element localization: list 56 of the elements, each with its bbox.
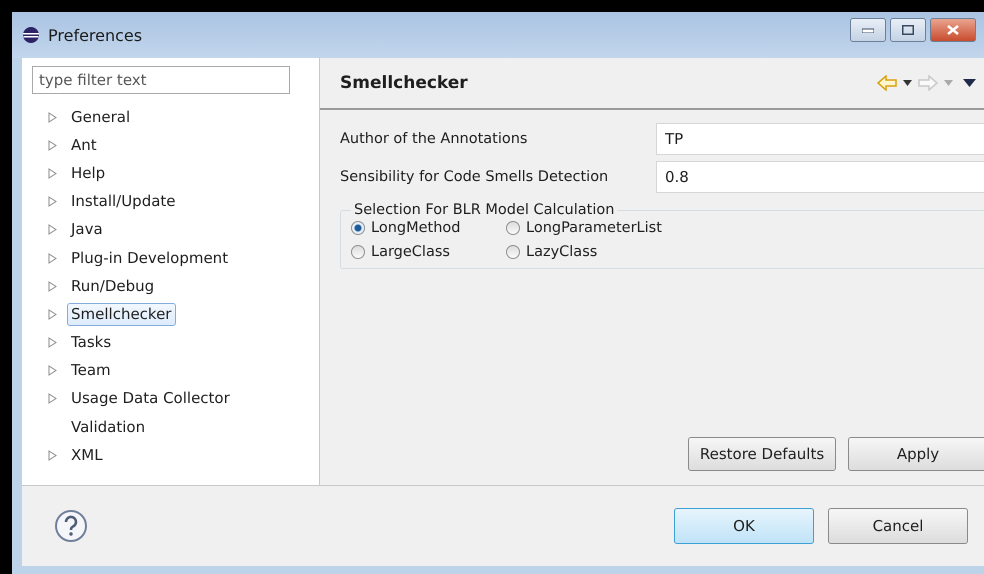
maximize-icon <box>902 25 914 35</box>
expand-arrow-icon[interactable] <box>48 196 57 208</box>
tree-item[interactable]: Install/Update <box>67 190 181 214</box>
dropdown-icon[interactable] <box>903 80 912 86</box>
minimize-button[interactable] <box>850 18 886 42</box>
maximize-button[interactable] <box>890 18 926 42</box>
expand-arrow-icon[interactable] <box>48 365 57 376</box>
text-field[interactable]: 0.8 <box>656 161 984 193</box>
tree-item[interactable]: XML <box>67 444 108 467</box>
expand-arrow-icon[interactable] <box>48 168 57 179</box>
ok-button[interactable]: OK <box>674 508 814 544</box>
tree-item[interactable]: Plug-in Development <box>67 246 234 270</box>
restore-defaults-button[interactable]: Restore Defaults <box>688 437 836 471</box>
menu-icon[interactable] <box>963 79 976 87</box>
filter-field[interactable]: type filter text <box>32 66 290 94</box>
text-field[interactable]: TP <box>656 123 984 155</box>
tree-item[interactable]: Smellchecker <box>67 302 176 326</box>
close-icon <box>947 25 959 35</box>
field-label: Author of the Annotations <box>340 131 528 147</box>
radio-icon[interactable] <box>351 245 365 259</box>
expand-arrow-icon[interactable] <box>48 252 57 264</box>
tree-item[interactable]: Help <box>67 162 110 185</box>
help-icon[interactable] <box>54 509 88 543</box>
tree-item[interactable]: Run/Debug <box>67 274 160 298</box>
radio-icon[interactable] <box>506 245 520 259</box>
back-arrow-icon[interactable] <box>877 75 897 91</box>
tree-item[interactable]: Usage Data Collector <box>67 387 235 410</box>
expand-arrow-icon[interactable] <box>48 224 57 236</box>
expand-arrow-icon[interactable] <box>48 280 57 292</box>
group-title: Selection For BLR Model Calculation <box>353 202 616 218</box>
radio-option[interactable]: LazyClass <box>506 244 662 260</box>
tree-item[interactable]: Validation <box>67 416 150 439</box>
radio-option[interactable]: LargeClass <box>351 244 506 260</box>
tree-item[interactable]: Team <box>67 359 116 382</box>
expand-arrow-icon[interactable] <box>48 450 57 461</box>
expand-arrow-icon[interactable] <box>48 337 57 348</box>
expand-arrow-icon[interactable] <box>48 308 57 320</box>
tree-item[interactable]: Tasks <box>67 331 116 354</box>
close-button[interactable] <box>930 18 976 42</box>
page-title: Smellchecker <box>340 73 469 93</box>
apply-button[interactable]: Apply <box>848 437 984 471</box>
tree-item[interactable]: General <box>67 106 136 129</box>
cancel-button[interactable]: Cancel <box>828 508 968 544</box>
radio-icon[interactable] <box>351 221 365 235</box>
window-title: Preferences <box>48 26 144 44</box>
minimize-icon <box>862 27 874 33</box>
tree-item[interactable]: Ant <box>67 134 102 157</box>
expand-arrow-icon[interactable] <box>48 140 57 151</box>
tree-item[interactable]: Java <box>67 218 108 242</box>
field-label: Sensibility for Code Smells Detection <box>340 169 610 185</box>
globe-icon <box>22 26 40 44</box>
radio-option[interactable]: LongParameterList <box>506 220 662 236</box>
radio-option[interactable]: LongMethod <box>351 220 506 236</box>
expand-arrow-icon[interactable] <box>48 112 57 123</box>
radio-icon[interactable] <box>506 221 520 235</box>
expand-arrow-icon[interactable] <box>48 393 57 404</box>
